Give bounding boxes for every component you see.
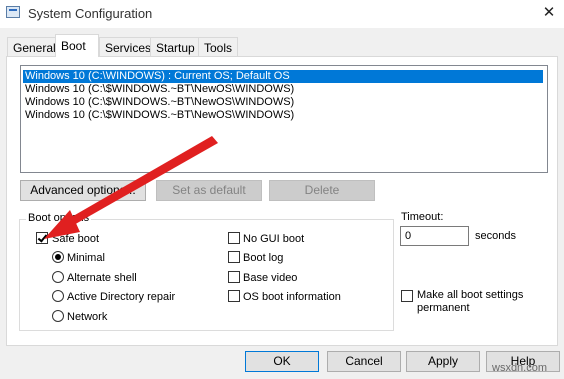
network-radio[interactable] — [52, 310, 64, 322]
os-boot-list[interactable]: Windows 10 (C:\WINDOWS) : Current OS; De… — [20, 65, 548, 173]
safe-boot-checkbox[interactable] — [36, 232, 48, 244]
tab-services[interactable]: Services — [99, 37, 158, 56]
tab-startup[interactable]: Startup — [150, 37, 201, 56]
delete-button[interactable]: Delete — [269, 180, 375, 201]
boot-log-checkbox[interactable] — [228, 251, 240, 263]
cancel-button[interactable]: Cancel — [327, 351, 401, 372]
ok-button[interactable]: OK — [245, 351, 319, 372]
apply-button[interactable]: Apply — [406, 351, 480, 372]
alternate-shell-label: Alternate shell — [67, 272, 137, 284]
tab-boot[interactable]: Boot — [55, 34, 99, 57]
network-label: Network — [67, 311, 108, 323]
os-list-item[interactable]: Windows 10 (C:\$WINDOWS.~BT\NewOS\WINDOW… — [23, 109, 296, 122]
make-permanent-checkbox[interactable] — [401, 290, 413, 302]
timeout-unit-label: seconds — [475, 230, 516, 242]
active-directory-repair-label: Active Directory repair — [67, 291, 176, 303]
tab-tools[interactable]: Tools — [198, 37, 239, 56]
no-gui-boot-checkbox[interactable] — [228, 232, 240, 244]
no-gui-boot-label: No GUI boot — [243, 233, 305, 245]
watermark: wsxdn.com — [492, 362, 548, 374]
boot-log-label: Boot log — [243, 252, 284, 264]
make-permanent-label-line2: permanent — [417, 302, 470, 314]
os-boot-information-checkbox[interactable] — [228, 290, 240, 302]
os-list-item-current[interactable]: Windows 10 (C:\WINDOWS) : Current OS; De… — [23, 70, 543, 83]
window-title: System Configuration — [28, 6, 153, 21]
base-video-label: Base video — [243, 272, 298, 284]
close-icon[interactable]: ✕ — [538, 3, 560, 23]
os-list-item[interactable]: Windows 10 (C:\$WINDOWS.~BT\NewOS\WINDOW… — [23, 96, 296, 109]
make-permanent-label-line1: Make all boot settings — [417, 289, 524, 301]
os-boot-information-label: OS boot information — [243, 291, 341, 303]
advanced-options-button[interactable]: Advanced options... — [20, 180, 146, 201]
safe-boot-label: Safe boot — [52, 233, 100, 245]
alternate-shell-radio[interactable] — [52, 271, 64, 283]
set-as-default-button[interactable]: Set as default — [156, 180, 262, 201]
timeout-input[interactable] — [400, 226, 469, 246]
active-directory-repair-radio[interactable] — [52, 290, 64, 302]
msconfig-app-icon — [6, 6, 20, 18]
minimal-radio[interactable] — [52, 251, 64, 263]
boot-options-legend: Boot options — [26, 212, 92, 224]
tab-general[interactable]: General — [7, 37, 62, 56]
minimal-label: Minimal — [67, 252, 105, 264]
base-video-checkbox[interactable] — [228, 271, 240, 283]
timeout-label: Timeout: — [401, 211, 444, 223]
os-list-item[interactable]: Windows 10 (C:\$WINDOWS.~BT\NewOS\WINDOW… — [23, 83, 296, 96]
